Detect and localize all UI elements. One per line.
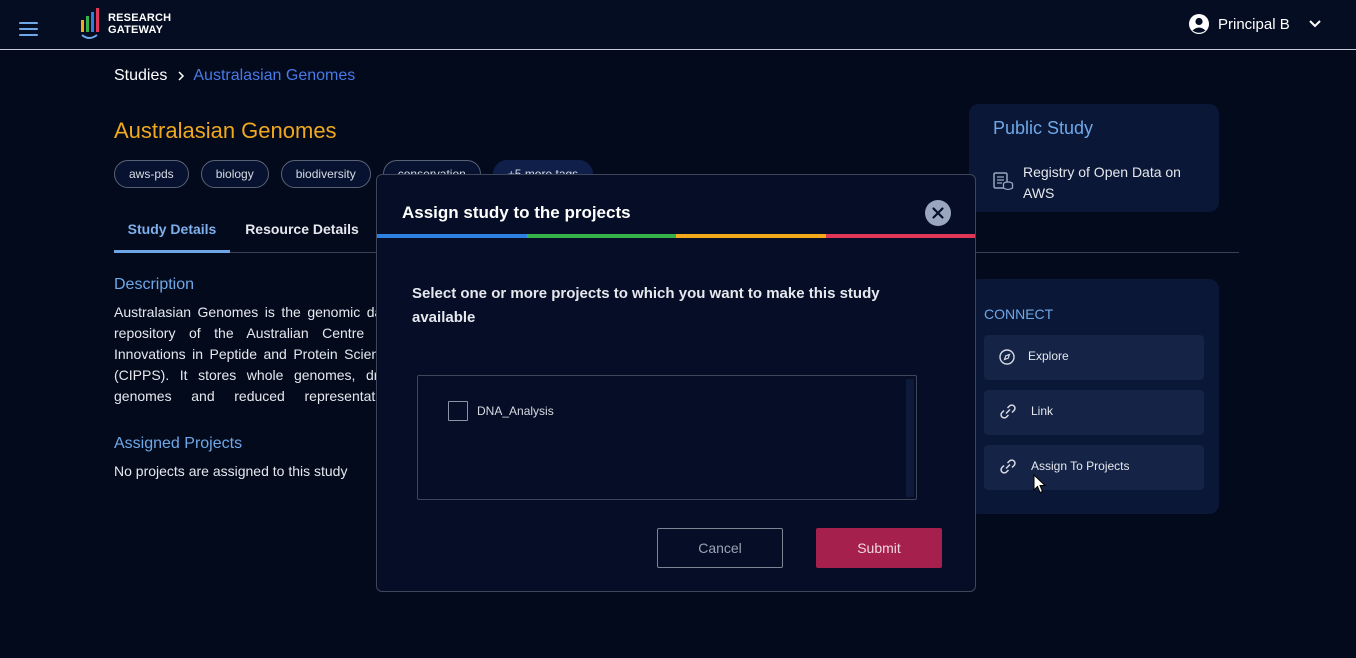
breadcrumb-studies-link[interactable]: Studies bbox=[114, 67, 167, 85]
description-text: Australasian Genomes is the genomic data… bbox=[114, 304, 394, 412]
public-study-card: Public Study Registry of Open Data on AW… bbox=[969, 104, 1219, 212]
logo-bars-icon bbox=[81, 8, 99, 39]
chevron-down-icon[interactable] bbox=[1308, 19, 1322, 29]
modal-title: Assign study to the projects bbox=[402, 203, 631, 222]
user-name: Principal B bbox=[1218, 15, 1290, 33]
tag-aws-pds[interactable]: aws-pds bbox=[114, 160, 189, 188]
hamburger-icon[interactable] bbox=[19, 22, 39, 36]
registry-label: Registry of Open Data on AWS bbox=[1023, 164, 1181, 201]
project-checkbox[interactable] bbox=[448, 401, 468, 421]
logo-text-line1: RESEARCH bbox=[108, 12, 172, 24]
assign-study-modal: Assign study to the projects Select one … bbox=[376, 174, 976, 592]
tag-biology[interactable]: biology bbox=[200, 160, 269, 188]
research-gateway-logo[interactable]: RESEARCH GATEWAY bbox=[79, 8, 179, 42]
assign-to-projects-button[interactable]: Assign To Projects bbox=[984, 445, 1204, 490]
description-heading: Description bbox=[114, 276, 195, 293]
assigned-projects-heading: Assigned Projects bbox=[114, 435, 243, 452]
close-icon[interactable] bbox=[925, 200, 951, 226]
explore-button[interactable]: Explore bbox=[984, 335, 1204, 380]
breadcrumb: Studies Australasian Genomes bbox=[114, 67, 355, 85]
connect-panel: CONNECT Explore Link Assign To Projects bbox=[969, 279, 1219, 514]
tag-biodiversity[interactable]: biodiversity bbox=[280, 160, 371, 188]
project-option-dna-analysis[interactable]: DNA_Analysis bbox=[448, 401, 554, 421]
project-list-scrollbar[interactable] bbox=[906, 379, 914, 497]
logo-text-line2: GATEWAY bbox=[108, 24, 164, 36]
breadcrumb-current: Australasian Genomes bbox=[193, 67, 356, 84]
tab-resource-details[interactable]: Resource Details bbox=[242, 212, 362, 253]
link-label: Link bbox=[1031, 404, 1054, 418]
rainbow-red bbox=[825, 234, 975, 238]
public-study-title: Public Study bbox=[993, 118, 1094, 138]
user-menu[interactable]: Principal B bbox=[1188, 12, 1322, 36]
link-icon bbox=[1000, 404, 1016, 419]
logo-text: RESEARCH GATEWAY bbox=[108, 12, 171, 36]
tab-study-details[interactable]: Study Details bbox=[114, 212, 230, 253]
top-bar: RESEARCH GATEWAY Principal B bbox=[0, 0, 1356, 50]
cancel-button[interactable]: Cancel bbox=[657, 528, 783, 568]
submit-button[interactable]: Submit bbox=[816, 528, 942, 568]
rainbow-divider bbox=[377, 234, 975, 238]
modal-prompt: Select one or more projects to which you… bbox=[412, 285, 880, 326]
study-title: Australasian Genomes bbox=[114, 118, 337, 143]
project-label: DNA_Analysis bbox=[477, 404, 554, 418]
link-icon bbox=[1000, 459, 1016, 474]
mouse-cursor-icon bbox=[1033, 474, 1047, 494]
rainbow-blue bbox=[377, 234, 527, 238]
explore-label: Explore bbox=[1028, 349, 1069, 363]
rainbow-orange bbox=[676, 234, 826, 238]
chevron-right-icon bbox=[177, 70, 185, 82]
assigned-projects-empty: No projects are assigned to this study bbox=[114, 463, 348, 479]
registry-icon bbox=[993, 172, 1014, 191]
compass-icon bbox=[999, 349, 1015, 365]
project-list: DNA_Analysis bbox=[417, 375, 917, 500]
rainbow-green bbox=[526, 234, 676, 238]
link-button[interactable]: Link bbox=[984, 390, 1204, 435]
user-circle-icon bbox=[1189, 14, 1209, 34]
assign-to-projects-label: Assign To Projects bbox=[1031, 459, 1130, 473]
connect-title: CONNECT bbox=[984, 306, 1054, 322]
